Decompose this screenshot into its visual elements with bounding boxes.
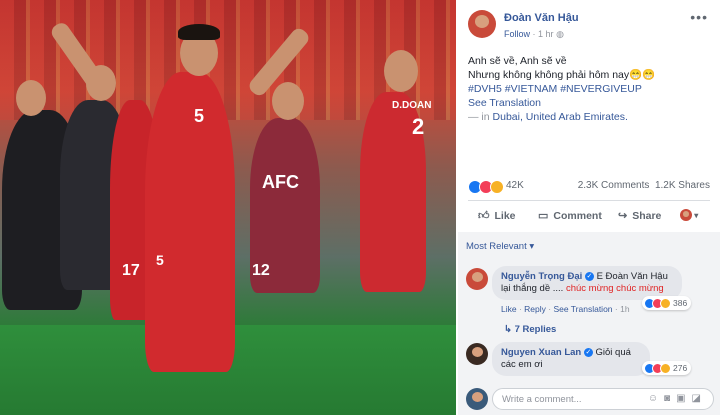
post-subline: Follow · 1 hr ◍	[504, 29, 564, 40]
thumbs-up-icon: 👍︎	[478, 210, 490, 222]
comment-see-translation[interactable]: See Translation	[553, 304, 612, 314]
share-button[interactable]: ↪ Share	[618, 209, 661, 222]
reaction-count[interactable]: 42K	[506, 180, 524, 191]
player-head	[384, 50, 418, 92]
comment-label: Comment	[553, 210, 602, 222]
share-count[interactable]: 1.2K Shares	[655, 180, 710, 191]
player-hair	[178, 24, 220, 40]
player-5-main	[145, 72, 235, 372]
profile-selector[interactable]: ▾	[680, 209, 699, 222]
location-link[interactable]: Dubai, United Arab Emirates.	[493, 111, 628, 123]
divider	[468, 200, 710, 201]
globe-icon: ◍	[556, 29, 564, 39]
view-replies-link[interactable]: ↳ 7 Replies	[504, 324, 556, 335]
my-avatar[interactable]	[466, 388, 488, 410]
haha-reaction-icon	[490, 180, 504, 194]
post-time[interactable]: 1 hr	[538, 29, 554, 39]
comment-time[interactable]: 1h	[620, 304, 629, 314]
shirt-number: 12	[252, 262, 270, 279]
follow-link[interactable]: Follow	[504, 29, 530, 39]
commenter-avatar[interactable]	[466, 268, 488, 290]
caption-line-1: Anh sẽ về, Anh sẽ về	[468, 55, 567, 67]
comment-reactions[interactable]: 276	[642, 361, 692, 375]
post-photo[interactable]: 17 5 5 AFC 12 D.DOAN 2	[0, 0, 456, 415]
share-label: Share	[632, 210, 662, 222]
commenter-avatar[interactable]	[466, 343, 488, 365]
post-caption: Anh sẽ về, Anh sẽ về Nhưng không không p…	[468, 54, 708, 124]
gif-icon[interactable]: ▣	[676, 393, 691, 404]
comment-text: Giỏi quá	[595, 347, 631, 358]
comment-bubble: Nguyễn Trọng Đại ✓ E Đoàn Văn Hậu lại th…	[492, 266, 682, 300]
comment-text-2: các em ơi	[501, 359, 543, 370]
comments-shares: 2.3K Comments 1.2K Shares	[578, 180, 710, 191]
shirt-name: D.DOAN	[392, 100, 432, 111]
comment-reaction-count: 276	[673, 363, 688, 373]
player-head	[16, 80, 46, 116]
comment-button[interactable]: ▭ Comment	[538, 209, 602, 222]
camera-icon[interactable]: ◙	[664, 393, 676, 404]
comment-bubble: Nguyen Xuan Lan ✓ Giỏi quá các em ơi	[492, 342, 650, 376]
verified-icon: ✓	[583, 347, 593, 357]
sponsor-logo: AFC	[262, 172, 299, 192]
emoji-icon[interactable]: ☺	[648, 393, 664, 404]
haha-reaction-icon	[660, 363, 671, 375]
comment-reply-link[interactable]: Reply	[524, 304, 546, 314]
profile-avatar-icon	[680, 209, 692, 222]
location-prefix: — in	[468, 111, 490, 123]
shorts-number: 5	[156, 252, 164, 268]
reaction-stats: 42K 2.3K Comments 1.2K Shares	[468, 180, 710, 194]
hashtags[interactable]: #DVH5 #VIETNAM #NEVERGIVEUP	[468, 82, 708, 96]
author-name[interactable]: Đoàn Văn Hậu	[504, 12, 579, 24]
commenter-name[interactable]: Nguyễn Trọng Đại	[501, 271, 582, 282]
replies-label: 7 Replies	[514, 324, 557, 335]
commenter-name[interactable]: Nguyen Xuan Lan	[501, 347, 581, 358]
shirt-number: 2	[412, 114, 425, 139]
haha-reaction-icon	[660, 298, 671, 310]
more-options-icon[interactable]: •••	[690, 9, 708, 25]
player-head	[272, 82, 304, 120]
comment-reactions[interactable]: 386	[642, 296, 692, 310]
chevron-down-icon: ▾	[692, 211, 699, 220]
sort-comments[interactable]: Most Relevant ▾	[466, 241, 534, 252]
like-label: Like	[494, 210, 516, 222]
shirt-number: 5	[194, 106, 205, 126]
verified-icon: ✓	[584, 271, 594, 281]
like-button[interactable]: 👍︎ Like	[478, 209, 516, 222]
shirt-number: 17	[122, 262, 140, 279]
comment-meta: Like · Reply · See Translation · 1h	[501, 304, 630, 314]
sticker-icon[interactable]: ◪	[692, 393, 707, 404]
comment-reaction-count: 386	[673, 298, 688, 308]
comment-count[interactable]: 2.3K Comments	[578, 180, 650, 191]
author-avatar[interactable]	[468, 10, 496, 38]
action-bar: 👍︎ Like ▭ Comment ↪ Share ▾	[468, 202, 710, 230]
comment-like-link[interactable]: Like	[501, 304, 517, 314]
share-icon: ↪	[618, 210, 628, 222]
comment-highlight: chúc mừng chúc mừng	[565, 283, 664, 294]
reply-arrow-icon: ↳	[504, 324, 515, 335]
see-translation-link[interactable]: See Translation	[468, 96, 708, 110]
comment-icon: ▭	[538, 210, 549, 222]
reaction-icons[interactable]	[468, 180, 504, 194]
caption-line-2: Nhưng không không phải hôm nay😁😁	[468, 69, 656, 81]
write-comment-placeholder: Write a comment...	[502, 394, 582, 405]
post-panel: Đoàn Văn Hậu Follow · 1 hr ◍ ••• Anh sẽ …	[458, 0, 720, 415]
write-comment-input[interactable]: Write a comment... ☺◙▣◪	[492, 388, 714, 410]
comment-tools: ☺◙▣◪	[648, 393, 707, 404]
